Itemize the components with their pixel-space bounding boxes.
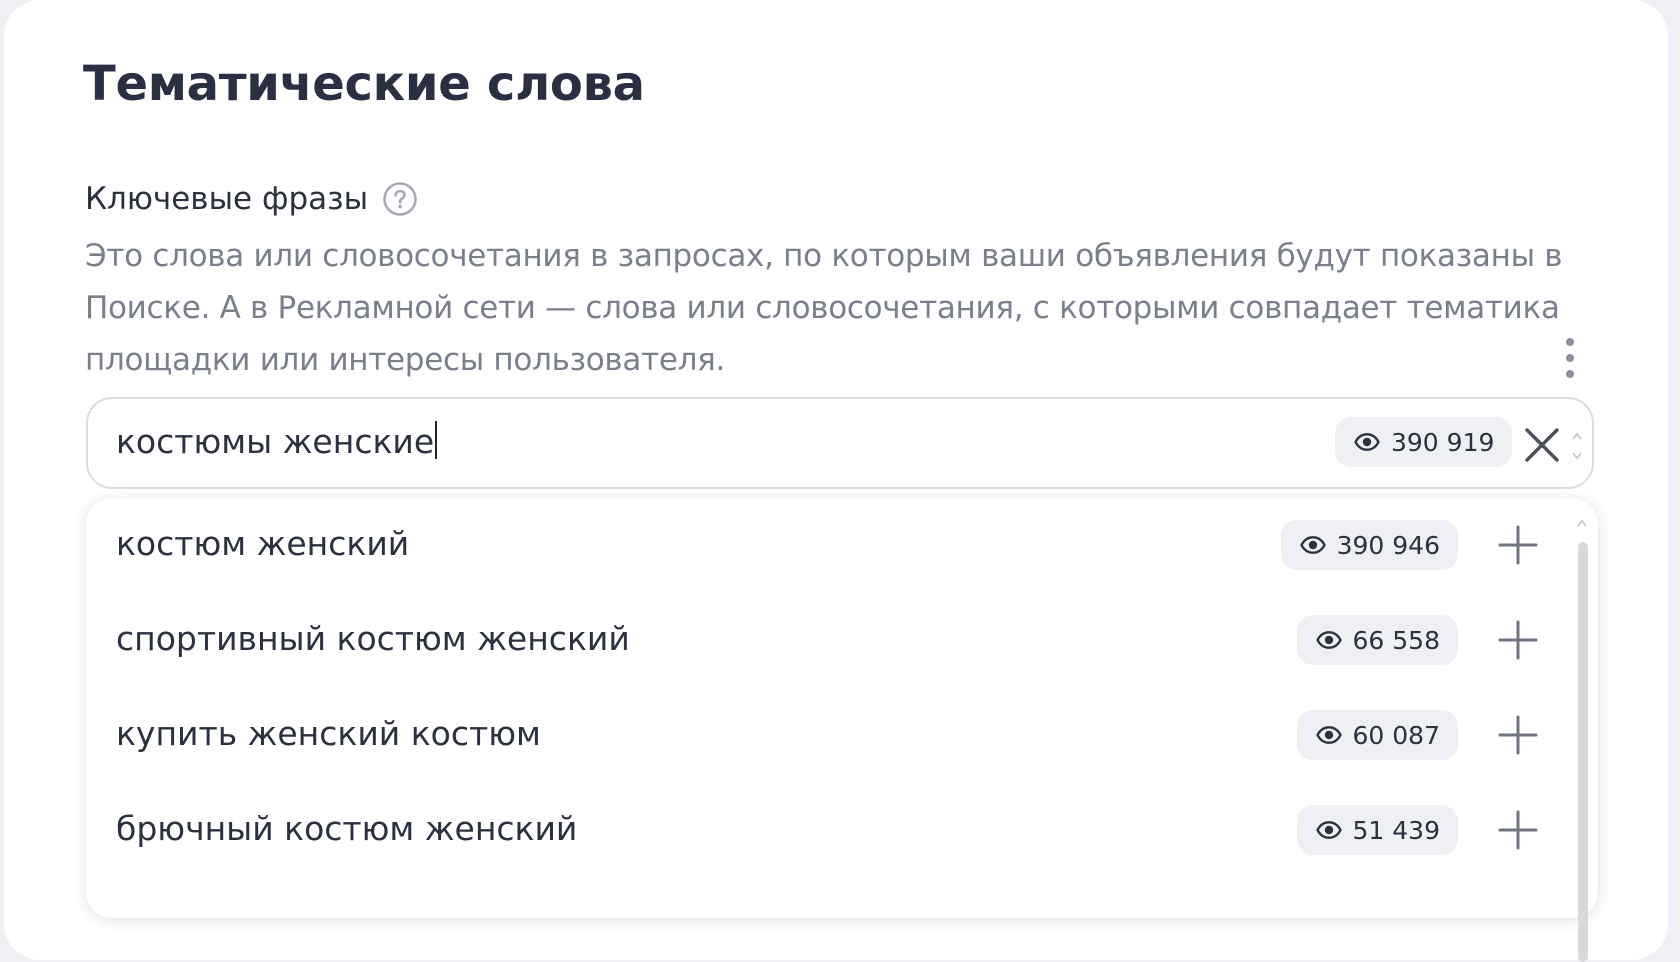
suggestion-shows-badge: 66 558 (1296, 615, 1458, 665)
keywords-label: Ключевые фразы (85, 181, 369, 217)
suggestion-text: костюм женский (116, 524, 410, 563)
settings-card: Тематические слова Ключевые фразы Это сл… (4, 0, 1668, 962)
suggestion-shows-count: 66 558 (1352, 625, 1440, 655)
plus-icon (1498, 525, 1538, 565)
add-suggestion-button[interactable] (1498, 810, 1538, 850)
clear-input-button[interactable] (1520, 423, 1564, 467)
suggestion-shows-count: 51 439 (1352, 815, 1440, 845)
keywords-description: Это слова или словосочетания в запросах,… (85, 238, 1563, 378)
text-caret (435, 421, 438, 459)
eye-icon (1354, 433, 1380, 451)
plus-icon (1498, 810, 1538, 850)
suggestion-text: брючный костюм женский (116, 809, 578, 848)
spin-arrows-icon[interactable] (1570, 429, 1584, 463)
suggestion-shows-count: 390 946 (1336, 530, 1440, 560)
suggestion-shows-badge: 60 087 (1296, 710, 1458, 760)
kebab-vertical-icon (1566, 338, 1574, 378)
keywords-label-row: Ключевые фразы (85, 181, 418, 217)
keyword-input-box[interactable]: костюмы женские 390 919 (86, 397, 1594, 489)
scroll-up-arrow-icon[interactable] (1576, 518, 1588, 528)
add-suggestion-button[interactable] (1498, 715, 1538, 755)
eye-icon (1299, 536, 1326, 554)
close-icon (1525, 428, 1559, 462)
suggestion-shows-badge: 390 946 (1280, 520, 1458, 570)
suggestion-item[interactable]: спортивный костюм женский 66 558 (86, 593, 1562, 688)
eye-icon (1315, 726, 1342, 744)
eye-icon (1315, 631, 1342, 649)
suggestion-item[interactable]: костюм женский 390 946 (86, 498, 1562, 593)
suggestion-item[interactable]: брючный костюм женский 51 439 (86, 783, 1562, 878)
more-menu-button[interactable] (1552, 334, 1588, 382)
question-circle-icon[interactable] (382, 181, 418, 217)
keyword-input[interactable]: костюмы женские (116, 421, 438, 461)
add-suggestion-button[interactable] (1498, 525, 1538, 565)
input-shows-badge: 390 919 (1335, 417, 1513, 467)
scrollbar-thumb[interactable] (1578, 542, 1588, 962)
add-suggestion-button[interactable] (1498, 620, 1538, 660)
suggestion-shows-badge: 51 439 (1296, 805, 1458, 855)
suggestion-item[interactable]: купить женский костюм 60 087 (86, 688, 1562, 783)
plus-icon (1498, 620, 1538, 660)
eye-icon (1315, 821, 1342, 839)
input-shows-count: 390 919 (1391, 427, 1495, 457)
plus-icon (1498, 715, 1538, 755)
keyword-input-value: костюмы женские (116, 422, 435, 461)
suggestion-text: спортивный костюм женский (116, 619, 630, 658)
dropdown-scrollbar[interactable] (1576, 518, 1588, 962)
suggestion-shows-count: 60 087 (1352, 720, 1440, 750)
suggestion-text: купить женский костюм (116, 714, 541, 753)
suggestions-dropdown: костюм женский 390 946 спортивный костюм… (86, 498, 1598, 962)
section-title: Тематические слова (83, 56, 645, 112)
